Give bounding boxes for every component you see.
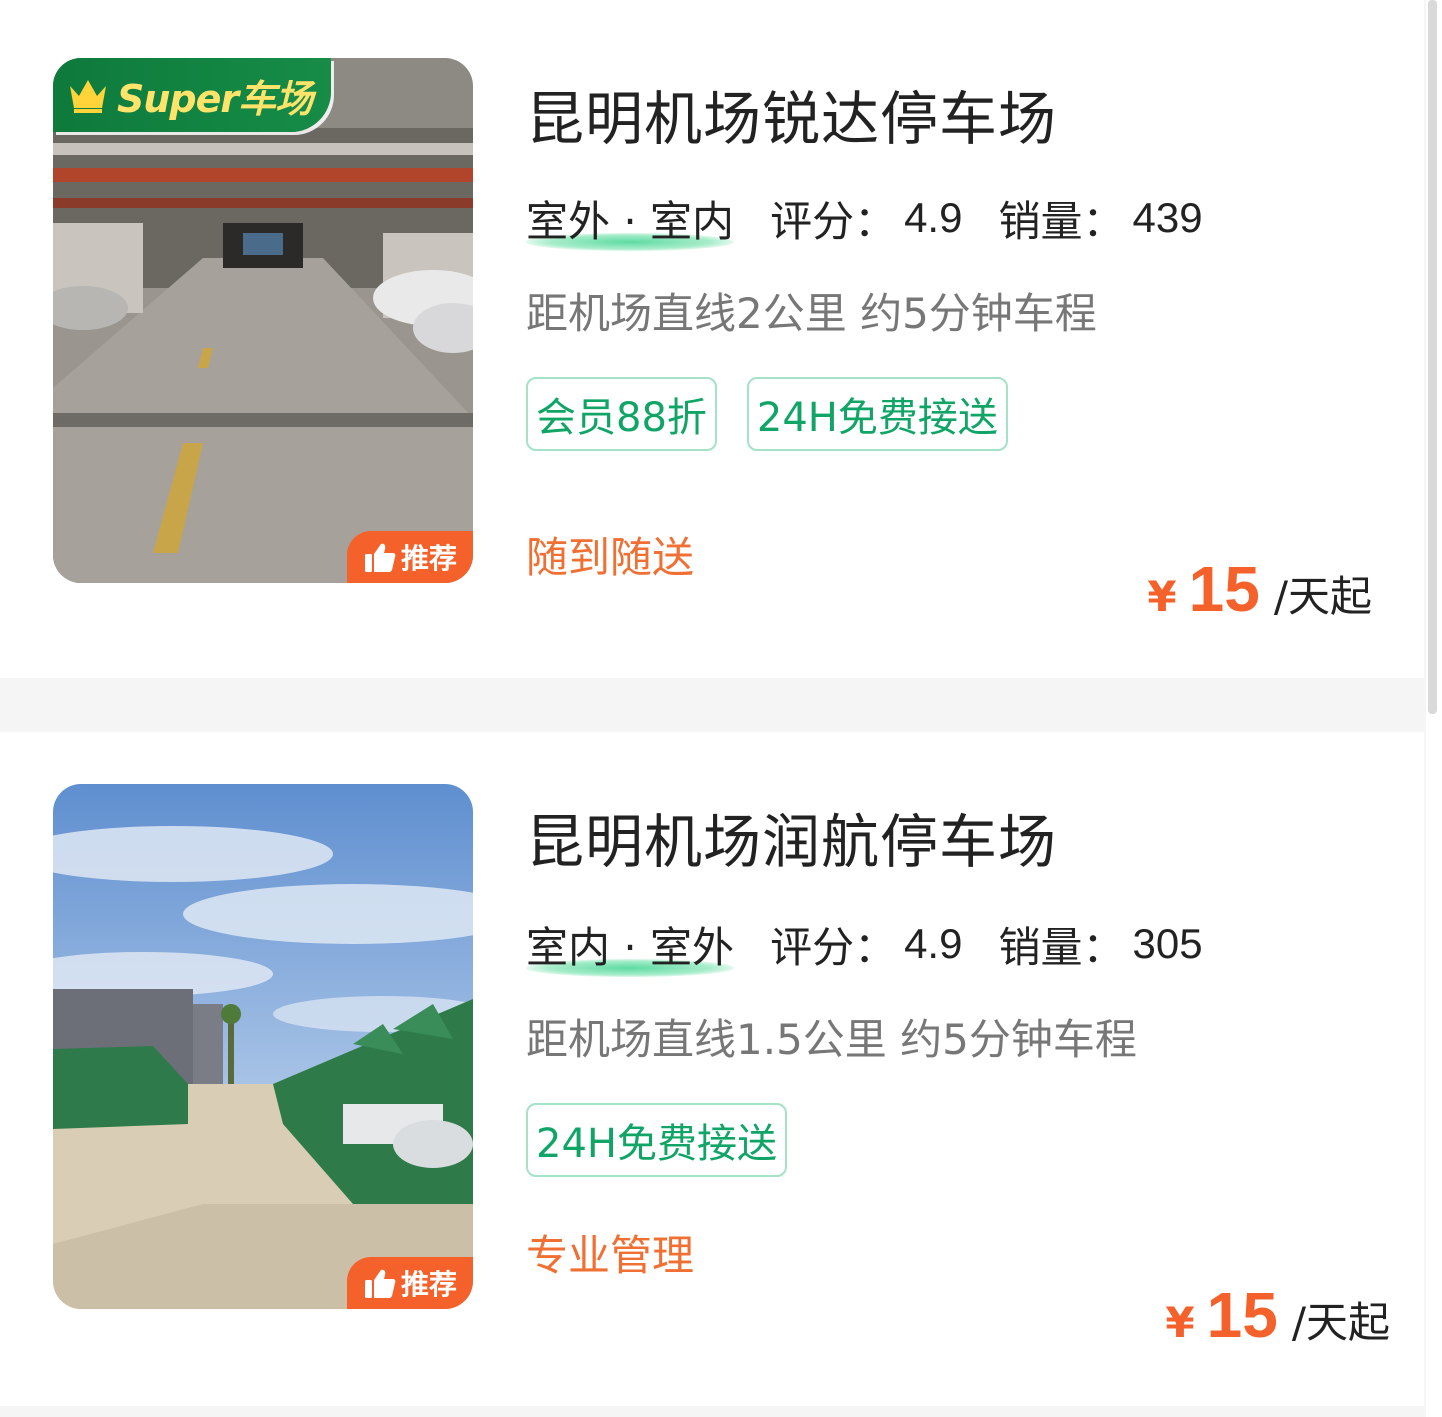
price: ¥ 15 /天起 xyxy=(1147,552,1372,626)
price-unit: /天起 xyxy=(1273,572,1372,621)
outdoor-lot-image xyxy=(53,784,473,1309)
sales-label: 销量： xyxy=(998,196,1125,246)
distance-info: 距机场直线1.5公里 约5分钟车程 xyxy=(526,1015,1137,1064)
sales-value: 305 xyxy=(1132,920,1203,967)
thumbs-up-icon xyxy=(364,543,396,572)
tag-list: 会员88折 24H免费接送 xyxy=(526,377,1008,451)
rating-label: 评分： xyxy=(770,196,897,246)
parking-name[interactable]: 昆明机场润航停车场 xyxy=(526,795,1057,879)
tag-list: 24H免费接送 xyxy=(526,1103,787,1177)
thumbs-up-icon xyxy=(364,1269,396,1298)
meta-row: 室内 · 室外 评分： 4.9 销量： 305 xyxy=(526,914,1239,977)
scrollbar-thumb[interactable] xyxy=(1428,0,1437,714)
service-note: 随到随送 xyxy=(526,533,695,582)
sales-label: 销量： xyxy=(998,922,1125,972)
price: ¥ 15 /天起 xyxy=(1165,1278,1390,1352)
meta-row: 室外 · 室内 评分： 4.9 销量： 439 xyxy=(526,188,1239,251)
recommend-badge: 推荐 xyxy=(347,531,473,583)
super-lot-label: Super车场 xyxy=(117,76,313,121)
recommend-badge: 推荐 xyxy=(347,1257,473,1309)
parking-photo[interactable]: 推荐 xyxy=(53,784,473,1309)
parking-photo[interactable]: Super车场 推荐 xyxy=(53,58,473,583)
tag-member-discount: 会员88折 xyxy=(526,377,717,451)
parking-type: 室内 · 室外 xyxy=(526,914,735,977)
sales-value: 439 xyxy=(1132,194,1203,241)
price-currency: ¥ xyxy=(1165,1298,1195,1347)
parking-type: 室外 · 室内 xyxy=(526,188,735,251)
rating-label: 评分： xyxy=(770,922,897,972)
distance-info: 距机场直线2公里 约5分钟车程 xyxy=(526,289,1097,338)
tag-free-shuttle: 24H免费接送 xyxy=(746,377,1008,451)
rating-value: 4.9 xyxy=(904,920,963,967)
super-lot-badge: Super车场 xyxy=(53,58,331,132)
underground-garage-image xyxy=(53,58,473,583)
price-unit: /天起 xyxy=(1291,1298,1390,1347)
price-amount: 15 xyxy=(1206,1279,1278,1351)
price-currency: ¥ xyxy=(1147,572,1177,621)
parking-card[interactable]: Super车场 推荐 昆明机场锐达停车场 室外 · 室内 评分： 4.9 销量：… xyxy=(0,0,1424,678)
tag-free-shuttle: 24H免费接送 xyxy=(526,1103,787,1177)
price-amount: 15 xyxy=(1188,553,1260,625)
recommend-label: 推荐 xyxy=(400,1268,457,1301)
service-note: 专业管理 xyxy=(526,1231,695,1280)
recommend-label: 推荐 xyxy=(400,542,457,575)
crown-icon xyxy=(70,80,106,113)
parking-name[interactable]: 昆明机场锐达停车场 xyxy=(526,72,1057,156)
rating-value: 4.9 xyxy=(904,194,963,241)
